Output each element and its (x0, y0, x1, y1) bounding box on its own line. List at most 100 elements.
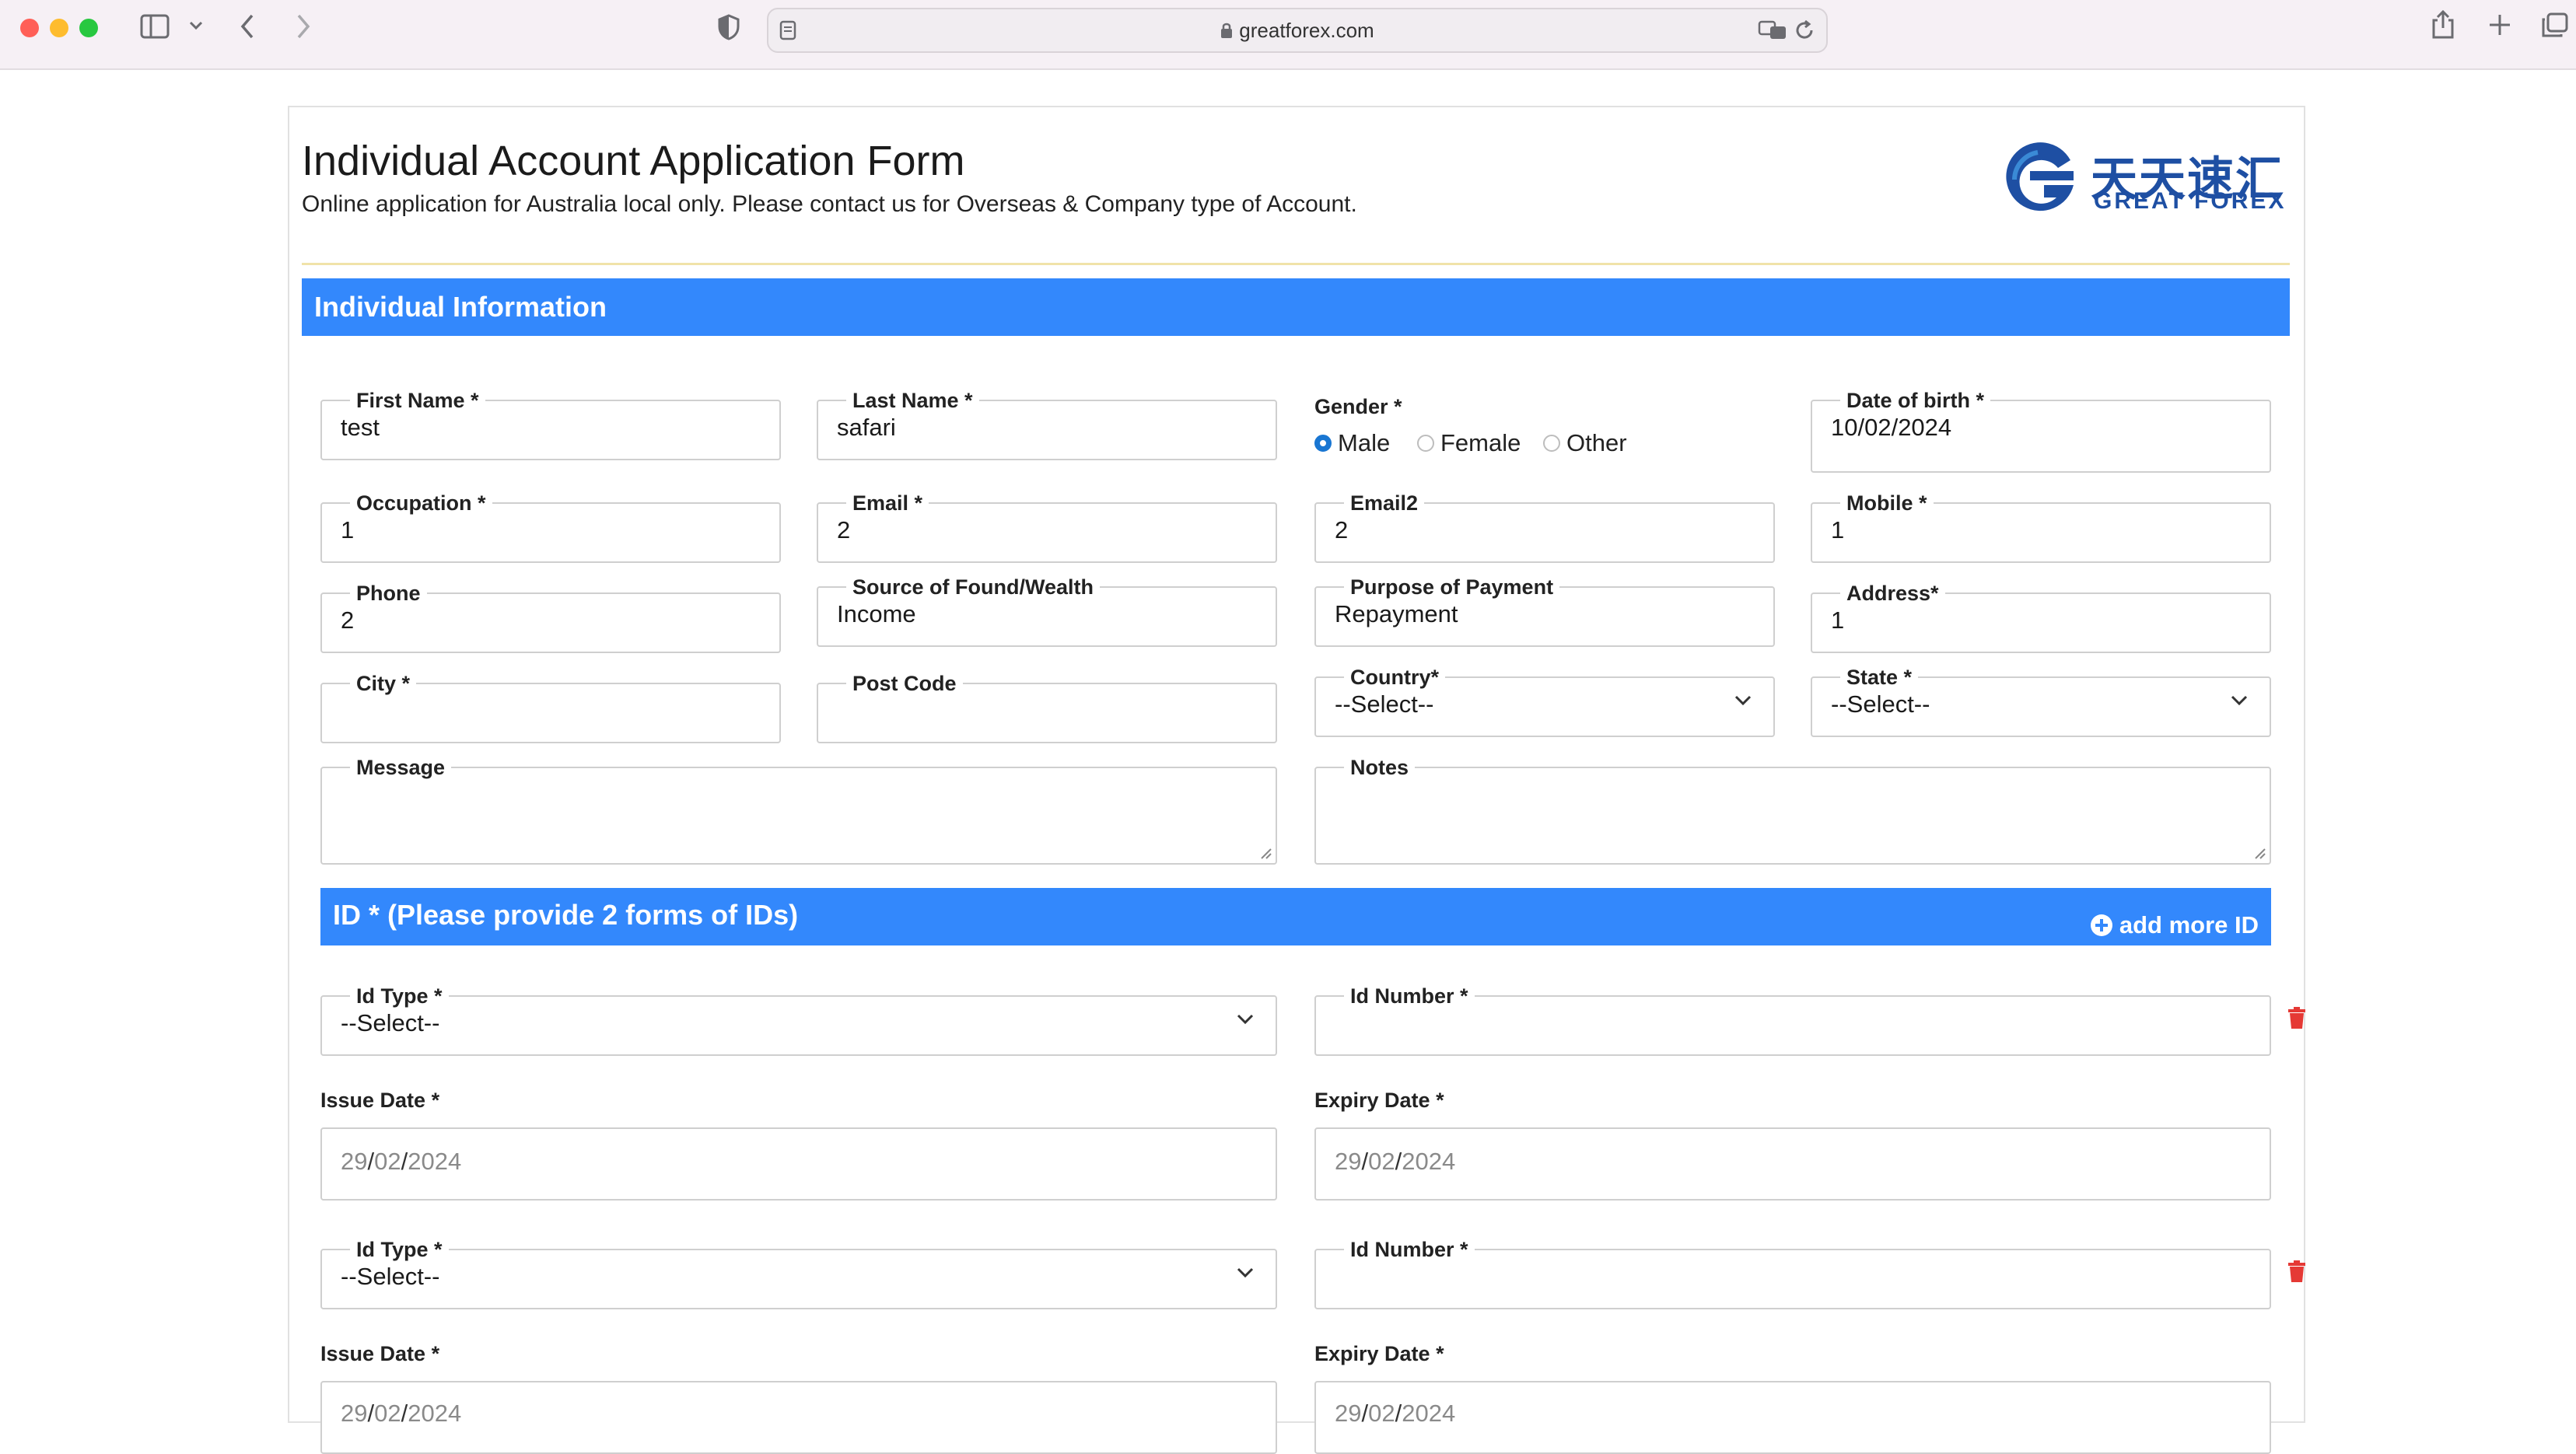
post-code-input[interactable]: Post Code (817, 672, 1277, 743)
date-day: 29 (1335, 1400, 1362, 1427)
id-type-value: --Select-- (341, 1263, 440, 1290)
date-month: 02 (374, 1400, 401, 1427)
last-name-value: safari (837, 414, 896, 441)
chevron-down-icon (1237, 1267, 1254, 1278)
first-name-input[interactable]: First Name * test (320, 389, 781, 460)
expiry-date-input[interactable]: 29/02/2024 (1314, 1127, 2271, 1201)
date-year: 2024 (408, 1400, 462, 1427)
forward-icon[interactable] (294, 12, 313, 40)
id-number-input[interactable]: Id Number * (1314, 984, 2271, 1056)
mobile-input[interactable]: Mobile * 1 (1811, 491, 2271, 563)
browser-toolbar: greatforex.com (0, 0, 2576, 70)
close-window-button[interactable] (20, 19, 39, 37)
reload-icon[interactable] (1794, 19, 1815, 42)
chevron-down-icon (1237, 1014, 1254, 1025)
state-select[interactable]: State * --Select-- (1811, 666, 2271, 737)
expiry-date-input[interactable]: 29/02/2024 (1314, 1381, 2271, 1454)
email-label: Email * (846, 491, 929, 515)
add-more-id-button[interactable]: add more ID (2090, 911, 2259, 939)
id-type-label: Id Type * (350, 1238, 449, 1261)
address-value: 1 (1831, 606, 1845, 634)
id-type-select[interactable]: Id Type * --Select-- (320, 984, 1277, 1056)
purpose-label: Purpose of Payment (1344, 575, 1560, 599)
expiry-date-label: Expiry Date * (1314, 1089, 1444, 1112)
occupation-value: 1 (341, 516, 355, 544)
id-type-value: --Select-- (341, 1009, 440, 1036)
last-name-input[interactable]: Last Name * safari (817, 389, 1277, 460)
url-text: greatforex.com (1239, 19, 1374, 42)
radio-empty-icon (1543, 435, 1560, 452)
date-year: 2024 (408, 1148, 462, 1175)
notes-textarea[interactable]: Notes (1314, 756, 2271, 865)
back-icon[interactable] (238, 12, 257, 40)
issue-date-input[interactable]: 29/02/2024 (320, 1381, 1277, 1454)
mobile-label: Mobile * (1840, 491, 1934, 515)
radio-selected-icon (1314, 435, 1332, 452)
date-of-birth-input[interactable]: Date of birth * 10/02/2024 (1811, 389, 2271, 473)
individual-info-header: Individual Information (302, 278, 2290, 336)
date-month: 02 (1368, 1148, 1395, 1175)
delete-trash-icon[interactable] (2287, 1260, 2307, 1283)
address-bar[interactable]: greatforex.com (767, 8, 1828, 53)
expiry-date-placeholder: 29/02/2024 (1335, 1400, 1456, 1427)
source-of-wealth-input[interactable]: Source of Found/Wealth Income (817, 575, 1277, 647)
notes-label: Notes (1344, 756, 1416, 779)
id-type-select[interactable]: Id Type * --Select-- (320, 1238, 1277, 1309)
date-day: 29 (341, 1148, 368, 1175)
gender-option-label: Female (1440, 429, 1521, 456)
address-input[interactable]: Address* 1 (1811, 582, 2271, 653)
resize-handle-icon[interactable] (1258, 846, 1272, 860)
chevron-down-icon[interactable] (188, 20, 204, 31)
expiry-date-label: Expiry Date * (1314, 1342, 1444, 1365)
gender-option-label: Male (1338, 429, 1391, 456)
sidebar-icon[interactable] (140, 12, 171, 40)
resize-handle-icon[interactable] (2252, 846, 2266, 860)
gender-radio-other[interactable]: Other (1543, 429, 1627, 457)
country-select[interactable]: Country* --Select-- (1314, 666, 1775, 737)
email-input[interactable]: Email * 2 (817, 491, 1277, 563)
gender-option-label: Other (1566, 429, 1627, 456)
delete-trash-icon[interactable] (2287, 1006, 2307, 1029)
date-day: 29 (341, 1400, 368, 1427)
issue-date-label: Issue Date * (320, 1342, 440, 1365)
gender-radio-male[interactable]: Male (1314, 429, 1390, 457)
country-label: Country* (1344, 666, 1445, 689)
email2-input[interactable]: Email2 2 (1314, 491, 1775, 563)
issue-date-label: Issue Date * (320, 1089, 440, 1112)
issue-date-input[interactable]: 29/02/2024 (320, 1127, 1277, 1201)
add-more-id-label: add more ID (2119, 911, 2259, 938)
translate-icon[interactable] (1758, 20, 1787, 40)
post-code-label: Post Code (846, 672, 963, 695)
page-title: Individual Account Application Form (302, 138, 965, 184)
zoom-window-button[interactable] (79, 19, 98, 37)
id-number-input[interactable]: Id Number * (1314, 1238, 2271, 1309)
occupation-label: Occupation * (350, 491, 492, 515)
privacy-shield-icon[interactable] (717, 14, 740, 40)
date-month: 02 (1368, 1400, 1395, 1427)
chevron-down-icon (2231, 695, 2248, 706)
lock-icon (1221, 23, 1233, 38)
occupation-input[interactable]: Occupation * 1 (320, 491, 781, 563)
phone-input[interactable]: Phone 2 (320, 582, 781, 653)
id-section-header: ID * (Please provide 2 forms of IDs) add… (320, 888, 2271, 945)
section-title: ID * (Please provide 2 forms of IDs) (333, 899, 799, 931)
page-subtitle: Online application for Australia local o… (302, 191, 1357, 217)
gender-radio-female[interactable]: Female (1417, 429, 1521, 457)
tab-overview-icon[interactable] (2540, 12, 2570, 39)
id-number-label: Id Number * (1344, 984, 1475, 1008)
logo-mark-icon (2006, 142, 2074, 211)
purpose-of-payment-input[interactable]: Purpose of Payment Repayment (1314, 575, 1775, 647)
url-display: greatforex.com (768, 19, 1826, 43)
chevron-down-icon (1734, 695, 1752, 706)
city-label: City * (350, 672, 417, 695)
great-forex-logo: 天天速汇 GREAT FOREX (1999, 137, 2284, 222)
dob-value: 10/02/2024 (1831, 414, 1952, 441)
country-value: --Select-- (1335, 690, 1434, 718)
share-icon[interactable] (2430, 9, 2456, 40)
mobile-value: 1 (1831, 516, 1845, 544)
message-textarea[interactable]: Message (320, 756, 1277, 865)
minimize-window-button[interactable] (50, 19, 68, 37)
new-tab-icon[interactable] (2487, 12, 2512, 37)
city-input[interactable]: City * (320, 672, 781, 743)
phone-value: 2 (341, 606, 355, 634)
